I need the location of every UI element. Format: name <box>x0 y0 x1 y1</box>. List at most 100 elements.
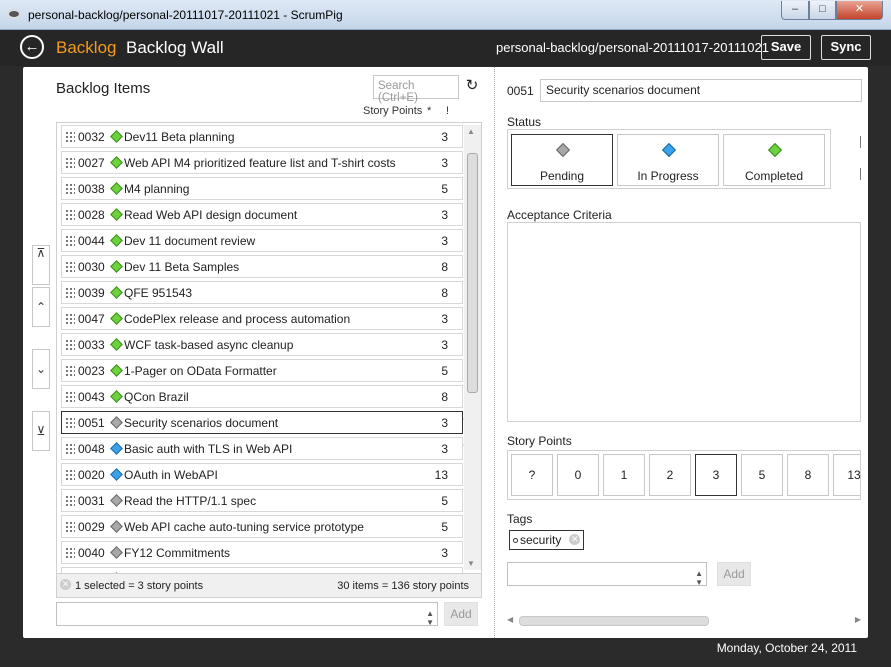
backlog-row[interactable]: 0048Basic auth with TLS in Web API3* <box>61 437 468 460</box>
tags-list: security ✕ <box>507 525 861 555</box>
scroll-up-icon[interactable]: ▲ <box>467 127 475 136</box>
backlog-row[interactable]: 0020 OAuth in WebAPI 13 <box>61 463 463 486</box>
app-header: ← Backlog Backlog Wall personal-backlog/… <box>0 30 891 66</box>
add-tag-button[interactable]: Add <box>717 562 751 586</box>
backlog-row[interactable]: 0051Security scenarios document3* <box>61 411 468 434</box>
status-diamond-icon <box>110 468 123 481</box>
detail-title-field[interactable]: Security scenarios document <box>540 79 862 102</box>
item-id: 0032 <box>78 130 105 144</box>
close-icon[interactable]: ✕ <box>836 1 883 20</box>
backlog-row[interactable]: 0038 M4 planning 5 <box>61 177 463 200</box>
total-summary: 30 items = 136 story points <box>337 580 469 592</box>
backlog-row[interactable]: 0023 1-Pager on OData Formatter 5 <box>61 359 463 382</box>
story-point-option[interactable]: 5 <box>741 454 783 496</box>
story-point-option[interactable]: 0 <box>557 454 599 496</box>
maximize-icon[interactable]: □ <box>809 1 836 20</box>
drag-handle-icon[interactable] <box>65 235 75 247</box>
save-button[interactable]: Save <box>761 35 811 60</box>
drag-handle-icon[interactable] <box>65 521 75 533</box>
status-diamond-icon <box>555 142 571 158</box>
item-name: 1-Pager on OData Formatter <box>124 364 277 378</box>
move-to-top-icon[interactable]: ⊼ <box>32 245 50 285</box>
backlog-list[interactable]: 0032 Dev11 Beta planning 3 0027 Web API M4 p… <box>56 122 482 574</box>
clear-selection-icon[interactable]: ✕ <box>60 579 71 590</box>
spin-arrows-icon[interactable]: ▲ ▼ <box>695 569 703 587</box>
story-point-option[interactable]: 3 <box>695 454 737 496</box>
item-id: 0040 <box>78 546 105 560</box>
item-name: Dev 11 document review <box>124 234 256 248</box>
drag-handle-icon[interactable] <box>65 365 75 377</box>
tag-input[interactable]: ▲ ▼ <box>507 562 707 587</box>
panel-splitter[interactable] <box>494 67 497 638</box>
tag-chip[interactable]: security ✕ <box>509 530 585 550</box>
item-points: 5 <box>441 182 448 196</box>
scroll-down-icon[interactable]: ▼ <box>467 559 475 568</box>
drag-handle-icon[interactable] <box>65 339 75 351</box>
backlog-row[interactable]: 0032 Dev11 Beta planning 3 <box>61 125 463 148</box>
backlog-row[interactable]: 0030 Dev 11 Beta Samples 8 <box>61 255 463 278</box>
story-point-option[interactable]: 1 <box>603 454 645 496</box>
acceptance-criteria-field[interactable] <box>507 222 861 422</box>
backlog-row[interactable]: 0047 CodePlex release and process automat… <box>61 307 463 330</box>
hscroll-thumb[interactable] <box>519 616 709 626</box>
story-point-option[interactable]: 2 <box>649 454 691 496</box>
drag-handle-icon[interactable] <box>65 417 75 429</box>
list-scrollbar[interactable]: ▲ ▼ <box>464 125 481 570</box>
back-arrow-icon[interactable]: ← <box>20 35 44 59</box>
item-points: 3 <box>441 156 448 170</box>
backlog-row[interactable]: 0028 Read Web API design document 3 <box>61 203 463 226</box>
add-item-button[interactable]: Add <box>444 602 478 626</box>
drag-handle-icon[interactable] <box>65 469 75 481</box>
priority-column-header[interactable]: ! <box>446 105 449 117</box>
status-option[interactable]: Completed <box>723 134 825 186</box>
drag-handle-icon[interactable] <box>65 443 75 455</box>
status-option[interactable]: Pending <box>511 134 613 186</box>
move-down-icon[interactable]: ⌄ <box>32 349 50 389</box>
window-titlebar: personal-backlog/personal-20111017-20111… <box>0 0 891 30</box>
story-point-option[interactable]: 8 <box>787 454 829 496</box>
drag-handle-icon[interactable] <box>65 261 75 273</box>
search-input[interactable]: Search (Ctrl+E) <box>373 75 459 104</box>
backlog-row[interactable]: 0033 WCF task-based async cleanup 3 <box>61 333 463 356</box>
drag-handle-icon[interactable] <box>65 287 75 299</box>
star-column-header[interactable]: * <box>427 105 431 117</box>
nav-backlog-wall[interactable]: Backlog Wall <box>126 38 224 58</box>
move-to-bottom-icon[interactable]: ⊻ <box>32 411 50 451</box>
sync-button[interactable]: Sync <box>821 35 871 60</box>
refresh-icon[interactable]: ↻ <box>463 77 481 95</box>
backlog-row[interactable]: 0029 Web API cache auto-tuning service pr… <box>61 515 463 538</box>
story-points-column-header[interactable]: Story Points <box>363 105 422 117</box>
detail-hscrollbar[interactable]: ◀ ▶ <box>507 614 861 628</box>
item-id: 0047 <box>78 312 105 326</box>
remove-tag-icon[interactable]: ✕ <box>569 534 581 545</box>
new-item-input[interactable]: ▲ ▼ <box>56 602 438 627</box>
drag-handle-icon[interactable] <box>65 547 75 559</box>
drag-handle-icon[interactable] <box>65 131 75 143</box>
minimize-icon[interactable]: – <box>781 1 809 20</box>
move-up-icon[interactable]: ⌃ <box>32 287 50 327</box>
backlog-row[interactable]: 0044 Dev 11 document review 3 <box>61 229 463 252</box>
backlog-row[interactable]: 0043 QCon Brazil 8 <box>61 385 463 408</box>
story-point-option[interactable]: 13 <box>833 454 860 496</box>
backlog-row[interactable]: 0035Dev 11 Web API samples <box>61 567 463 573</box>
backlog-row[interactable]: 0040 FY12 Commitments 3 <box>61 541 463 564</box>
backlog-row[interactable]: 0031 Read the HTTP/1.1 spec 5 <box>61 489 463 512</box>
backlog-row[interactable]: 0039 QFE 951543 8 <box>61 281 463 304</box>
backlog-row[interactable]: 0027 Web API M4 prioritized feature list … <box>61 151 463 174</box>
drag-handle-icon[interactable] <box>65 157 75 169</box>
drag-handle-icon[interactable] <box>65 209 75 221</box>
drag-handle-icon[interactable] <box>65 313 75 325</box>
drag-handle-icon[interactable] <box>65 183 75 195</box>
drag-handle-icon[interactable] <box>65 495 75 507</box>
scroll-left-icon[interactable]: ◀ <box>507 615 513 624</box>
item-name: Read Web API design document <box>124 208 298 222</box>
nav-backlog[interactable]: Backlog <box>56 38 116 58</box>
drag-handle-icon[interactable] <box>65 391 75 403</box>
status-option[interactable]: In Progress <box>617 134 719 186</box>
story-point-option[interactable]: ? <box>511 454 553 496</box>
scroll-thumb[interactable] <box>467 153 478 393</box>
spin-arrows-icon[interactable]: ▲ ▼ <box>426 609 434 627</box>
side-tick: │ <box>858 137 865 148</box>
item-name: Web API M4 prioritized feature list and … <box>124 156 396 170</box>
scroll-right-icon[interactable]: ▶ <box>855 615 861 624</box>
